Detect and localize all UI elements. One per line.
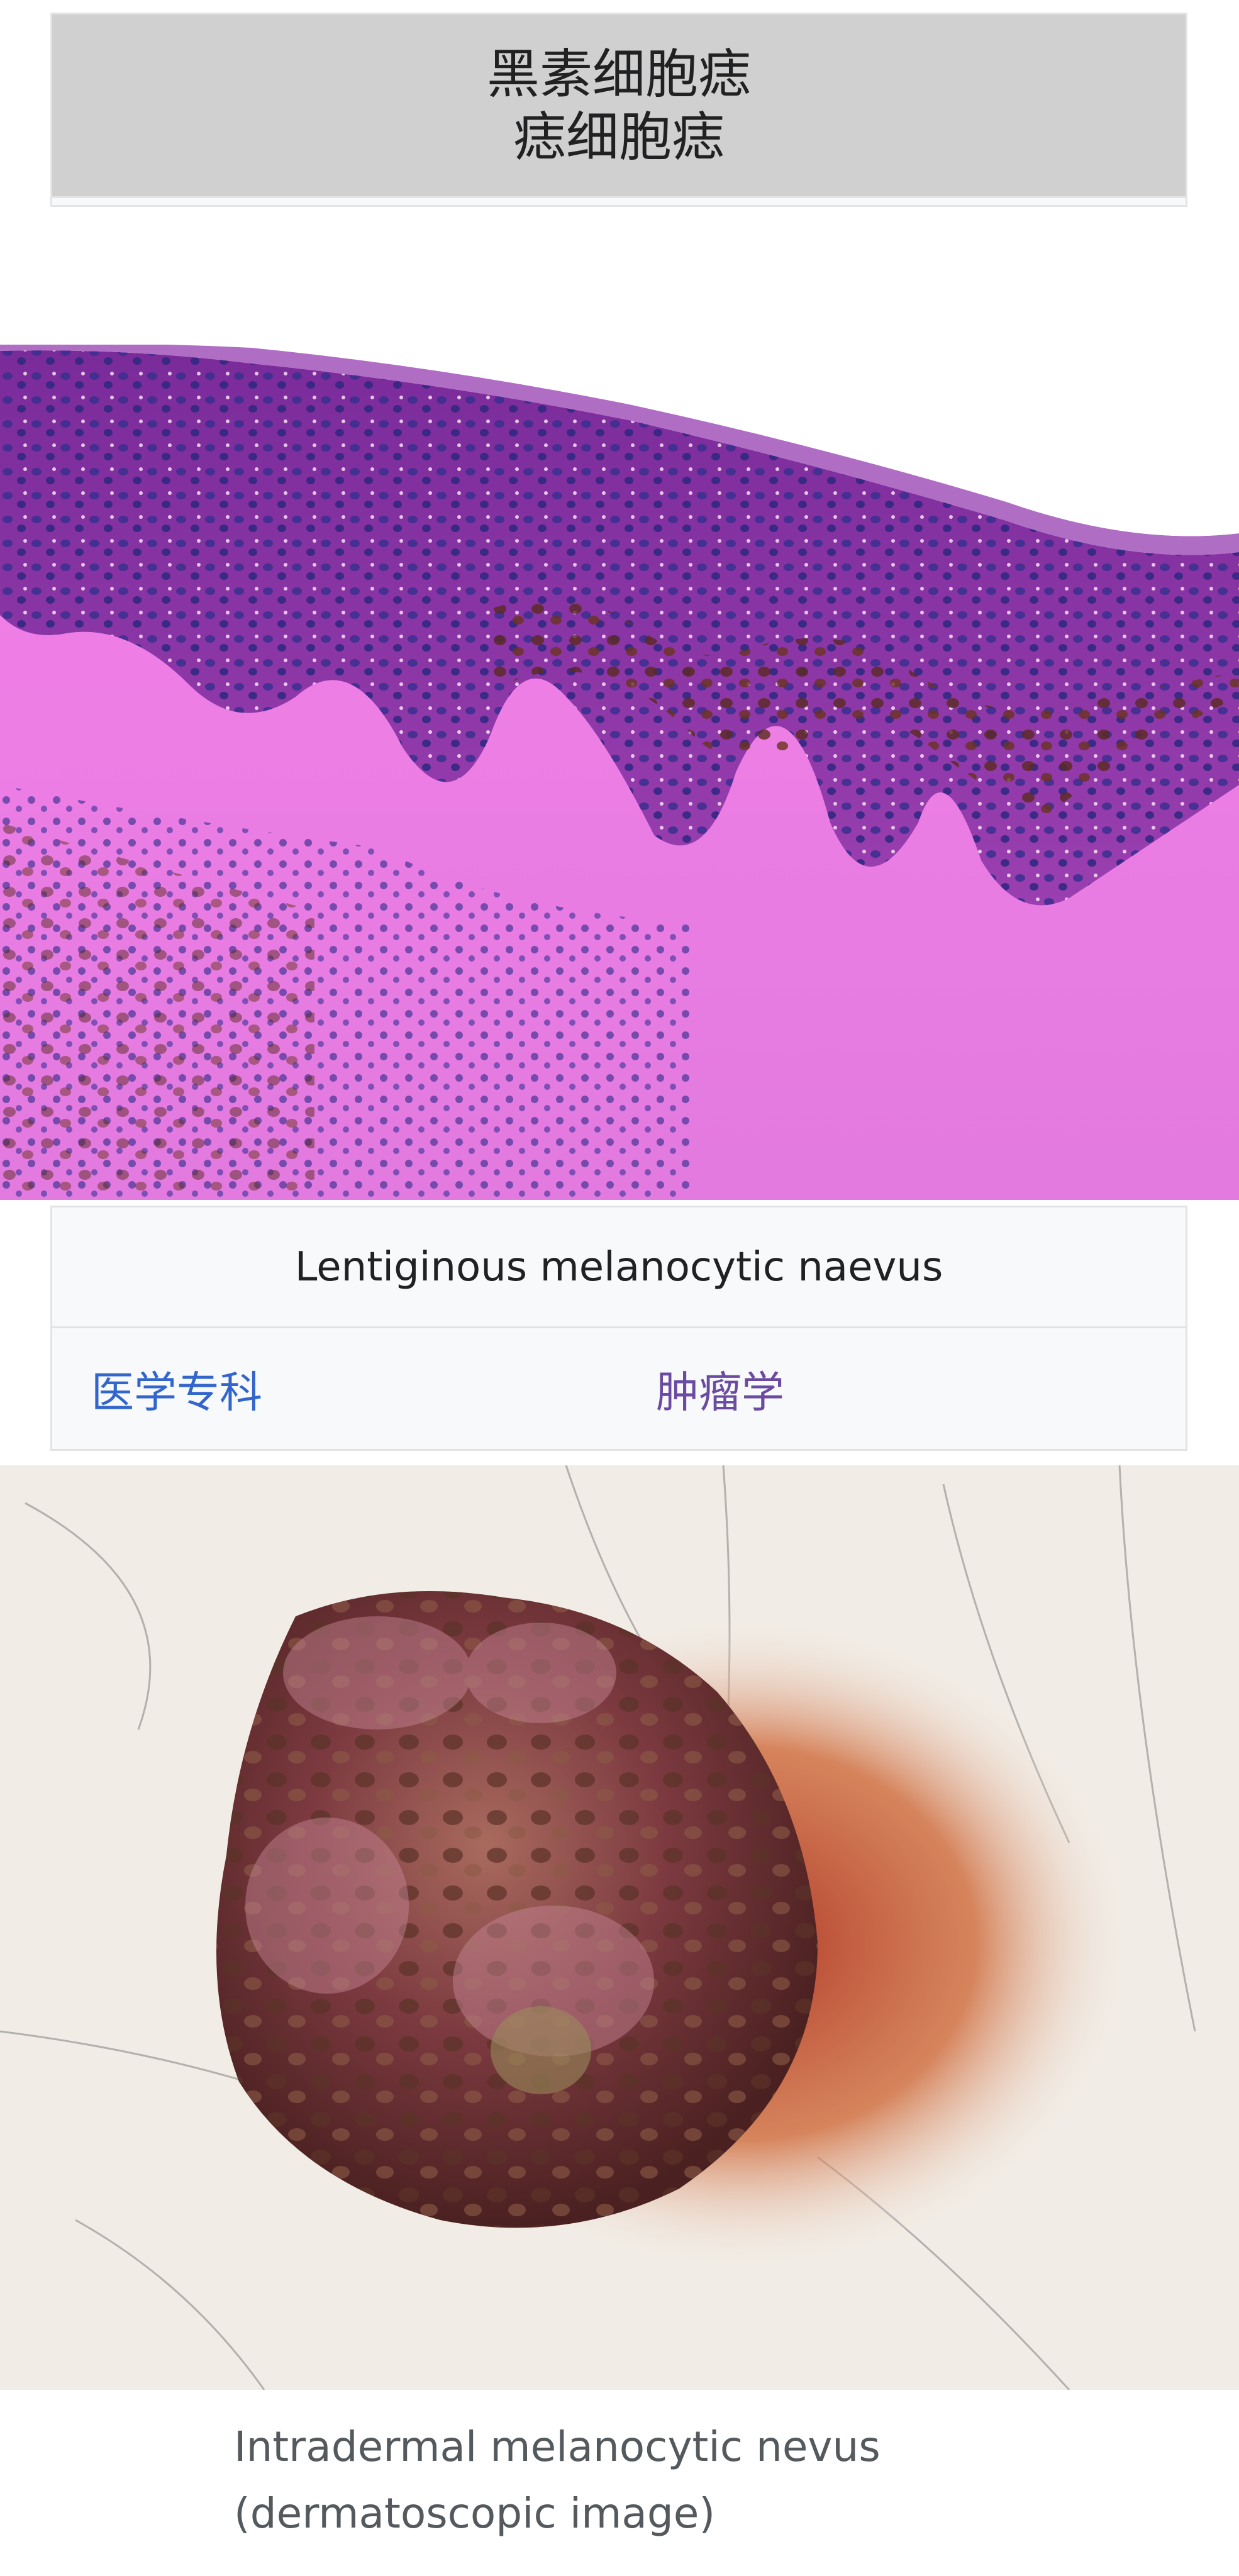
specialty-value-link[interactable]: 肿瘤学	[656, 1358, 784, 1420]
caption-text: Lentiginous melanocytic naevus	[294, 1243, 943, 1291]
histology-micrograph-image[interactable]	[0, 345, 1239, 1200]
infobox-title-line1: 黑素细胞痣	[486, 43, 751, 105]
image-caption: Lentiginous melanocytic naevus	[50, 1206, 1187, 1328]
dermoscopy-caption: Intradermal melanocytic nevus (dermatosc…	[234, 2414, 881, 2547]
dermoscopy-caption-line1: Intradermal melanocytic nevus	[234, 2423, 881, 2471]
dermoscopy-svg	[0, 1465, 1239, 2390]
infobox-divider	[50, 198, 1187, 207]
dermatoscopic-photo-image[interactable]	[0, 1465, 1239, 2390]
specialty-row: 医学专科 肿瘤学	[50, 1328, 1187, 1451]
infobox-title: 黑素细胞痣 痣细胞痣	[50, 13, 1187, 198]
infobox-title-line2: 痣细胞痣	[513, 106, 725, 168]
dermoscopy-caption-line2: (dermatoscopic image)	[234, 2489, 716, 2538]
specialty-label-link[interactable]: 医学专科	[91, 1358, 262, 1420]
histology-svg	[0, 345, 1239, 1200]
